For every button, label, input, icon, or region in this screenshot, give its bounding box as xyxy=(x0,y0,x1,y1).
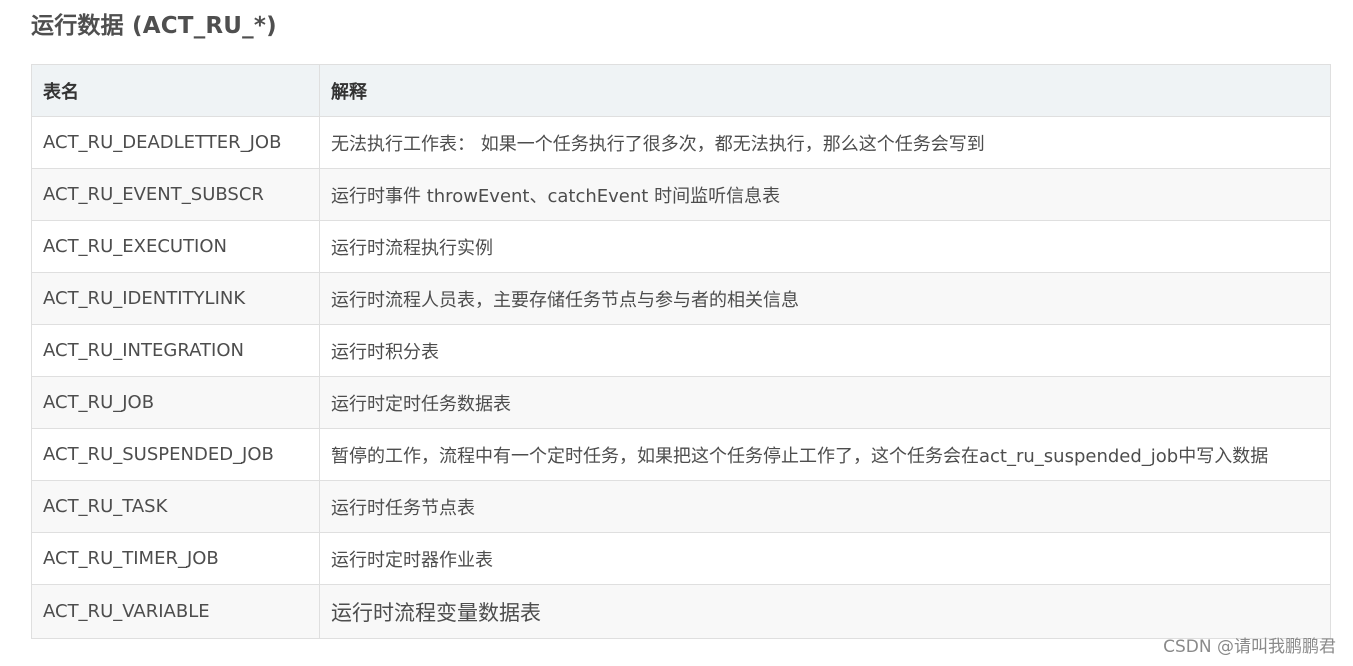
description-cell: 运行时流程执行实例 xyxy=(319,220,1331,273)
description-cell: 运行时积分表 xyxy=(319,324,1331,377)
description-cell: 运行时定时任务数据表 xyxy=(319,376,1331,429)
table-name-cell: ACT_RU_EXECUTION xyxy=(31,220,320,273)
table-header-row: 表名 解释 xyxy=(31,64,1331,117)
table-row: ACT_RU_SUSPENDED_JOB 暂停的工作，流程中有一个定时任务，如果… xyxy=(31,428,1331,481)
description-cell: 运行时定时器作业表 xyxy=(319,532,1331,585)
header-description: 解释 xyxy=(319,64,1331,117)
header-table-name: 表名 xyxy=(31,64,320,117)
table-row: ACT_RU_EVENT_SUBSCR 运行时事件 throwEvent、cat… xyxy=(31,168,1331,221)
table-row: ACT_RU_VARIABLE 运行时流程变量数据表 xyxy=(31,584,1331,639)
description-cell: 运行时任务节点表 xyxy=(319,480,1331,533)
table-name-cell: ACT_RU_INTEGRATION xyxy=(31,324,320,377)
table-name-cell: ACT_RU_JOB xyxy=(31,376,320,429)
table-name-cell: ACT_RU_SUSPENDED_JOB xyxy=(31,428,320,481)
description-cell: 暂停的工作，流程中有一个定时任务，如果把这个任务停止工作了，这个任务会在act_… xyxy=(319,428,1331,481)
description-cell: 运行时流程人员表，主要存储任务节点与参与者的相关信息 xyxy=(319,272,1331,325)
table-row: ACT_RU_DEADLETTER_JOB 无法执行工作表： 如果一个任务执行了… xyxy=(31,116,1331,169)
description-cell: 运行时流程变量数据表 xyxy=(319,584,1331,639)
table-row: ACT_RU_TASK 运行时任务节点表 xyxy=(31,480,1331,533)
table-name-cell: ACT_RU_TASK xyxy=(31,480,320,533)
table-name-cell: ACT_RU_DEADLETTER_JOB xyxy=(31,116,320,169)
table-row: ACT_RU_EXECUTION 运行时流程执行实例 xyxy=(31,220,1331,273)
table-row: ACT_RU_JOB 运行时定时任务数据表 xyxy=(31,376,1331,429)
table-row: ACT_RU_IDENTITYLINK 运行时流程人员表，主要存储任务节点与参与… xyxy=(31,272,1331,325)
csdn-watermark: CSDN @请叫我鹏鹏君 xyxy=(1163,637,1336,657)
table-name-cell: ACT_RU_EVENT_SUBSCR xyxy=(31,168,320,221)
table-row: ACT_RU_TIMER_JOB 运行时定时器作业表 xyxy=(31,532,1331,585)
table-name-cell: ACT_RU_TIMER_JOB xyxy=(31,532,320,585)
table-name-cell: ACT_RU_IDENTITYLINK xyxy=(31,272,320,325)
description-cell: 运行时事件 throwEvent、catchEvent 时间监听信息表 xyxy=(319,168,1331,221)
page-title: 运行数据 (ACT_RU_*) xyxy=(31,13,277,39)
table-name-cell: ACT_RU_VARIABLE xyxy=(31,584,320,639)
tables-table: 表名 解释 ACT_RU_DEADLETTER_JOB 无法执行工作表： 如果一… xyxy=(31,64,1331,639)
table-row: ACT_RU_INTEGRATION 运行时积分表 xyxy=(31,324,1331,377)
description-cell: 无法执行工作表： 如果一个任务执行了很多次，都无法执行，那么这个任务会写到 xyxy=(319,116,1331,169)
